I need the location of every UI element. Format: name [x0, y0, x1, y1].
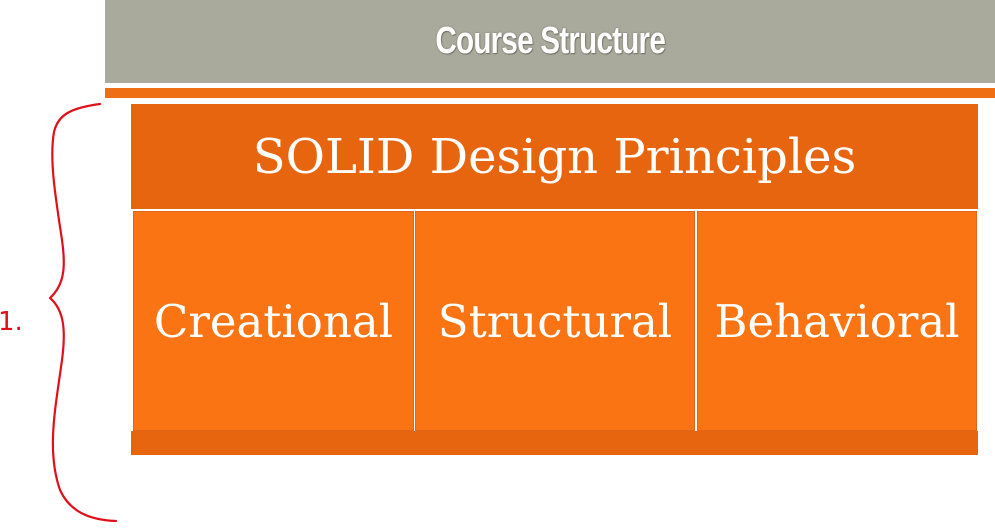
behavioral-label: Behavioral [714, 294, 960, 348]
foundation-bar [131, 431, 978, 455]
structural-label: Structural [437, 294, 673, 348]
title-bar: Course Structure [105, 0, 995, 83]
behavioral-box: Behavioral [697, 211, 977, 431]
creational-box: Creational [133, 211, 414, 431]
accent-divider [105, 88, 995, 98]
page-title: Course Structure [435, 20, 665, 62]
diagram-body: SOLID Design Principles Creational Struc… [131, 104, 979, 431]
margin-number: 1. [0, 307, 23, 337]
solid-principles-label: SOLID Design Principles [252, 128, 857, 185]
creational-label: Creational [153, 294, 394, 348]
solid-principles-box: SOLID Design Principles [131, 104, 978, 209]
course-structure-diagram: SOLID Design Principles Creational Struc… [131, 104, 979, 455]
curly-brace-icon [48, 102, 118, 523]
structural-box: Structural [415, 211, 695, 431]
